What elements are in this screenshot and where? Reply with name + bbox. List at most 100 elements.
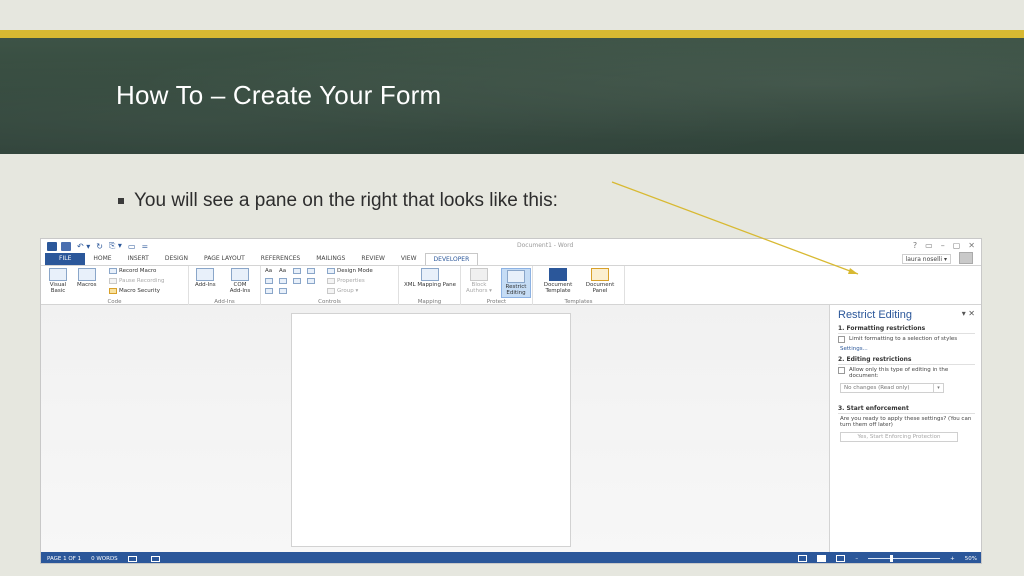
tab-page-layout[interactable]: PAGE LAYOUT xyxy=(196,253,253,265)
tab-insert[interactable]: INSERT xyxy=(120,253,157,265)
picture-control-icon[interactable] xyxy=(293,268,303,274)
help-icon[interactable]: ? xyxy=(913,241,917,250)
limit-formatting-label: Limit formatting to a selection of style… xyxy=(849,336,958,342)
zoom-in-button[interactable]: + xyxy=(950,556,955,562)
ribbon-group-addins: Add-Ins COM Add-Ins Add-Ins xyxy=(189,266,261,306)
visual-basic-button[interactable]: Visual Basic xyxy=(47,268,69,294)
editing-type-value: No changes (Read only) xyxy=(844,385,910,391)
tab-home[interactable]: HOME xyxy=(85,253,119,265)
dropdown-control-icon[interactable] xyxy=(293,278,303,284)
properties-button[interactable]: Properties xyxy=(327,278,365,284)
document-panel-icon xyxy=(591,268,609,281)
zoom-level[interactable]: 50% xyxy=(965,556,977,562)
group-button[interactable]: Group ▾ xyxy=(327,288,358,294)
com-addins-button[interactable]: COM Add-Ins xyxy=(227,268,253,294)
tab-developer[interactable]: DEVELOPER xyxy=(424,253,479,265)
pause-recording-button[interactable]: Pause Recording xyxy=(109,278,164,284)
close-icon[interactable]: ✕ xyxy=(968,241,975,250)
bullet-item: You will see a pane on the right that lo… xyxy=(118,190,558,212)
pane-close-icon[interactable]: ▾ ✕ xyxy=(962,309,975,318)
macros-icon xyxy=(77,268,96,281)
xml-mapping-pane-button[interactable]: XML Mapping Pane xyxy=(403,268,457,288)
ribbon-display-icon[interactable]: ▭ xyxy=(925,241,933,250)
page-count[interactable]: PAGE 1 OF 1 xyxy=(47,556,81,562)
tab-references[interactable]: REFERENCES xyxy=(253,253,308,265)
tab-file[interactable]: FILE xyxy=(45,253,86,265)
tab-design[interactable]: DESIGN xyxy=(157,253,196,265)
macro-recording-icon[interactable] xyxy=(150,555,160,562)
undo-icon[interactable]: ↶ ▾ xyxy=(77,242,90,251)
limit-formatting-checkbox[interactable] xyxy=(838,336,845,343)
pane-title: Restrict Editing xyxy=(838,309,912,321)
web-layout-icon[interactable] xyxy=(836,555,846,562)
word-count[interactable]: 0 WORDS xyxy=(91,556,118,562)
redo-icon[interactable]: ↻ xyxy=(96,242,103,251)
allow-editing-row: Allow only this type of editing in the d… xyxy=(838,367,975,379)
allow-editing-checkbox[interactable] xyxy=(838,367,845,374)
new-document-icon[interactable]: ▭ xyxy=(128,242,136,251)
zoom-slider[interactable] xyxy=(868,555,941,562)
xml-mapping-icon xyxy=(421,268,439,281)
save-icon[interactable] xyxy=(61,241,71,251)
restrict-editing-button[interactable]: Restrict Editing xyxy=(501,268,531,298)
editing-restrictions-heading: 2. Editing restrictions xyxy=(838,356,975,365)
allow-editing-label: Allow only this type of editing in the d… xyxy=(849,367,949,379)
start-enforcing-button[interactable]: Yes, Start Enforcing Protection xyxy=(840,432,958,442)
record-macro-button[interactable]: Record Macro xyxy=(109,268,156,274)
zoom-out-button[interactable]: – xyxy=(855,556,858,562)
checkbox-control-icon[interactable] xyxy=(265,278,275,284)
macro-security-button[interactable]: Macro Security xyxy=(109,288,160,294)
tab-review[interactable]: REVIEW xyxy=(353,253,393,265)
macros-button[interactable]: Macros xyxy=(77,268,97,288)
document-template-button[interactable]: Document Template xyxy=(539,268,577,294)
rich-text-control-button[interactable]: Aa xyxy=(265,268,272,274)
tab-view[interactable]: VIEW xyxy=(393,253,425,265)
slide-title: How To – Create Your Form xyxy=(116,80,442,110)
maximize-icon[interactable]: ▢ xyxy=(953,241,961,250)
print-layout-icon[interactable] xyxy=(817,555,827,562)
minimize-icon[interactable]: – xyxy=(941,241,945,250)
document-panel-button[interactable]: Document Panel xyxy=(581,268,619,294)
document-title: Document1 - Word xyxy=(517,242,574,249)
chevron-down-icon: ▾ xyxy=(933,384,943,393)
group-icon xyxy=(327,288,335,294)
properties-icon xyxy=(327,278,335,284)
word-screenshot: ↶ ▾ ↻ ⎘ ▾ ▭ = Document1 - Word ? ▭ – ▢ ✕… xyxy=(40,238,982,564)
design-mode-button[interactable]: Design Mode xyxy=(327,268,373,274)
legacy-tools-icon[interactable] xyxy=(279,288,289,294)
ribbon-tabs: FILE HOME INSERT DESIGN PAGE LAYOUT REFE… xyxy=(41,253,981,265)
zoom-slider-thumb[interactable] xyxy=(889,555,893,562)
repeating-section-control-icon[interactable] xyxy=(265,288,275,294)
warning-icon xyxy=(109,288,117,294)
record-macro-icon xyxy=(109,268,117,274)
ribbon: Visual Basic Macros Record Macro Pause R… xyxy=(41,265,981,306)
limit-formatting-row: Limit formatting to a selection of style… xyxy=(838,336,975,343)
settings-link[interactable]: Settings... xyxy=(840,346,975,352)
editing-type-select[interactable]: No changes (Read only) ▾ xyxy=(840,383,944,393)
clipboard-icon[interactable]: ⎘ ▾ xyxy=(109,241,122,251)
document-template-icon xyxy=(549,268,567,281)
tab-mailings[interactable]: MAILINGS xyxy=(308,253,353,265)
combo-box-control-icon[interactable] xyxy=(279,278,289,284)
block-authors-button[interactable]: Block Authors ▾ xyxy=(465,268,493,294)
ribbon-group-mapping: XML Mapping Pane Mapping xyxy=(399,266,461,306)
design-mode-icon xyxy=(327,268,335,274)
addins-button[interactable]: Add-Ins xyxy=(195,268,216,288)
formatting-restrictions-heading: 1. Formatting restrictions xyxy=(838,325,975,334)
status-bar: PAGE 1 OF 1 0 WORDS – + 50% xyxy=(41,552,981,563)
pause-icon xyxy=(109,278,117,284)
date-picker-control-icon[interactable] xyxy=(307,278,317,284)
ribbon-group-protect: Block Authors ▾ Restrict Editing Protect xyxy=(461,266,533,306)
document-page[interactable] xyxy=(291,313,571,547)
bullet-square-icon xyxy=(118,198,124,204)
window-controls: ? ▭ – ▢ ✕ xyxy=(913,241,975,250)
building-block-control-icon[interactable] xyxy=(307,268,317,274)
plain-text-control-button[interactable]: Aa xyxy=(279,268,286,274)
quick-access-toolbar: ↶ ▾ ↻ ⎘ ▾ ▭ = xyxy=(41,239,981,253)
read-mode-icon[interactable] xyxy=(798,555,808,562)
restrict-editing-pane: Restrict Editing ▾ ✕ 1. Formatting restr… xyxy=(829,305,981,552)
user-account[interactable]: laura noselli ▾ xyxy=(901,254,951,264)
proofing-icon[interactable] xyxy=(127,555,137,562)
avatar[interactable] xyxy=(959,252,973,264)
customize-qat-icon[interactable]: = xyxy=(142,242,149,251)
